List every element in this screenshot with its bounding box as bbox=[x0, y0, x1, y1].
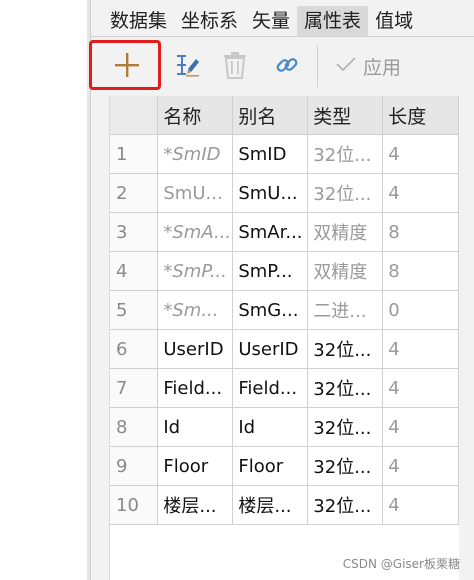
fields-grid: 名称 别名 类型 长度 1 *SmID SmID 32位... 4 2 SmU.… bbox=[110, 96, 459, 525]
left-pane bbox=[0, 0, 88, 580]
cell-type[interactable]: 32位... bbox=[307, 407, 384, 447]
row-number: 5 bbox=[110, 290, 159, 330]
row-number: 1 bbox=[110, 134, 159, 174]
row-number: 3 bbox=[110, 212, 159, 252]
properties-panel: 数据集 坐标系 矢量 属性表 值域 应用 名称 别名 类型 长度 1 *SmID… bbox=[89, 0, 474, 580]
cell-type[interactable]: 二进... bbox=[307, 290, 384, 330]
cell-length[interactable]: 4 bbox=[382, 134, 459, 174]
cell-length[interactable]: 4 bbox=[382, 446, 459, 486]
cell-alias[interactable]: SmID bbox=[232, 134, 309, 174]
cell-type[interactable]: 32位... bbox=[307, 134, 384, 174]
table-row[interactable]: 10 楼层... 楼层... 32位... 4 bbox=[110, 485, 459, 525]
edit-field-button[interactable] bbox=[171, 49, 205, 81]
cell-alias[interactable]: SmAr... bbox=[232, 212, 309, 252]
cell-length[interactable]: 4 bbox=[382, 485, 459, 525]
table-row[interactable]: 9 Floor Floor 32位... 4 bbox=[110, 446, 459, 486]
cell-name[interactable]: *SmP... bbox=[157, 251, 234, 291]
table-header-row: 名称 别名 类型 长度 bbox=[110, 96, 459, 135]
tab-dataset[interactable]: 数据集 bbox=[103, 6, 174, 36]
cell-type[interactable]: 32位... bbox=[307, 446, 384, 486]
cell-length[interactable]: 4 bbox=[382, 368, 459, 408]
delete-field-button[interactable] bbox=[219, 49, 251, 81]
cell-length[interactable]: 8 bbox=[382, 251, 459, 291]
cell-alias[interactable]: Floor bbox=[232, 446, 309, 486]
table-row[interactable]: 3 *SmA... SmAr... 双精度 8 bbox=[110, 212, 459, 252]
column-header-type[interactable]: 类型 bbox=[307, 96, 384, 135]
cell-name[interactable]: SmU... bbox=[157, 173, 234, 213]
cell-name[interactable]: Floor bbox=[157, 446, 234, 486]
cell-alias[interactable]: SmP... bbox=[232, 251, 309, 291]
cell-type[interactable]: 双精度 bbox=[307, 251, 384, 291]
cell-type[interactable]: 双精度 bbox=[307, 212, 384, 252]
attribute-table: 名称 别名 类型 长度 1 *SmID SmID 32位... 4 2 SmU.… bbox=[109, 96, 459, 580]
cell-length[interactable]: 4 bbox=[382, 329, 459, 369]
cell-alias[interactable]: 楼层... bbox=[232, 485, 309, 525]
cell-name[interactable]: *SmA... bbox=[157, 212, 234, 252]
cell-name[interactable]: *Sm... bbox=[157, 290, 234, 330]
cell-alias[interactable]: Field... bbox=[232, 368, 309, 408]
add-field-button[interactable] bbox=[111, 49, 143, 81]
cell-length[interactable]: 4 bbox=[382, 407, 459, 447]
tab-vector[interactable]: 矢量 bbox=[245, 6, 297, 36]
tab-domain[interactable]: 值域 bbox=[368, 6, 420, 36]
tab-coordinate-system[interactable]: 坐标系 bbox=[174, 6, 245, 36]
cell-alias[interactable]: UserID bbox=[232, 329, 309, 369]
cell-alias[interactable]: SmG... bbox=[232, 290, 309, 330]
trash-icon bbox=[222, 51, 248, 79]
apply-button[interactable]: 应用 bbox=[335, 51, 401, 81]
row-number: 6 bbox=[110, 329, 159, 369]
header-corner[interactable] bbox=[110, 96, 159, 135]
tab-attribute-table[interactable]: 属性表 bbox=[297, 6, 369, 36]
table-row[interactable]: 7 Field... Field... 32位... 4 bbox=[110, 368, 459, 408]
cell-name[interactable]: Id bbox=[157, 407, 234, 447]
row-number: 2 bbox=[110, 173, 159, 213]
table-row[interactable]: 2 SmU... SmU... 32位... 4 bbox=[110, 173, 459, 213]
cell-name[interactable]: Field... bbox=[157, 368, 234, 408]
plus-icon bbox=[114, 52, 140, 78]
table-row[interactable]: 4 *SmP... SmP... 双精度 8 bbox=[110, 251, 459, 291]
apply-label: 应用 bbox=[363, 56, 402, 79]
column-header-length[interactable]: 长度 bbox=[382, 96, 459, 135]
column-header-name[interactable]: 名称 bbox=[157, 96, 234, 135]
row-number: 7 bbox=[110, 368, 159, 408]
cell-type[interactable]: 32位... bbox=[307, 329, 384, 369]
cell-name[interactable]: 楼层... bbox=[157, 485, 234, 525]
link-icon bbox=[275, 53, 299, 77]
table-row[interactable]: 6 UserID UserID 32位... 4 bbox=[110, 329, 459, 369]
watermark: CSDN @Giser板栗糖 bbox=[342, 557, 460, 571]
cell-name[interactable]: UserID bbox=[157, 329, 234, 369]
cell-length[interactable]: 0 bbox=[382, 290, 459, 330]
check-icon bbox=[335, 55, 357, 78]
row-number: 8 bbox=[110, 407, 159, 447]
column-header-alias[interactable]: 别名 bbox=[232, 96, 309, 135]
toolbar: 应用 bbox=[89, 37, 474, 95]
cell-length[interactable]: 8 bbox=[382, 212, 459, 252]
edit-field-icon bbox=[174, 51, 202, 79]
cell-type[interactable]: 32位... bbox=[307, 485, 384, 525]
row-number: 10 bbox=[110, 485, 159, 525]
table-row[interactable]: 8 Id Id 32位... 4 bbox=[110, 407, 459, 447]
row-number: 4 bbox=[110, 251, 159, 291]
cell-type[interactable]: 32位... bbox=[307, 368, 384, 408]
table-row[interactable]: 5 *Sm... SmG... 二进... 0 bbox=[110, 290, 459, 330]
toolbar-separator bbox=[317, 45, 318, 87]
row-number: 9 bbox=[110, 446, 159, 486]
cell-name[interactable]: *SmID bbox=[157, 134, 234, 174]
cell-length[interactable]: 4 bbox=[382, 173, 459, 213]
table-row[interactable]: 1 *SmID SmID 32位... 4 bbox=[110, 134, 459, 174]
cell-alias[interactable]: Id bbox=[232, 407, 309, 447]
cell-alias[interactable]: SmU... bbox=[232, 173, 309, 213]
link-button[interactable] bbox=[271, 49, 303, 81]
tab-bar: 数据集 坐标系 矢量 属性表 值域 bbox=[103, 6, 474, 36]
cell-type[interactable]: 32位... bbox=[307, 173, 384, 213]
